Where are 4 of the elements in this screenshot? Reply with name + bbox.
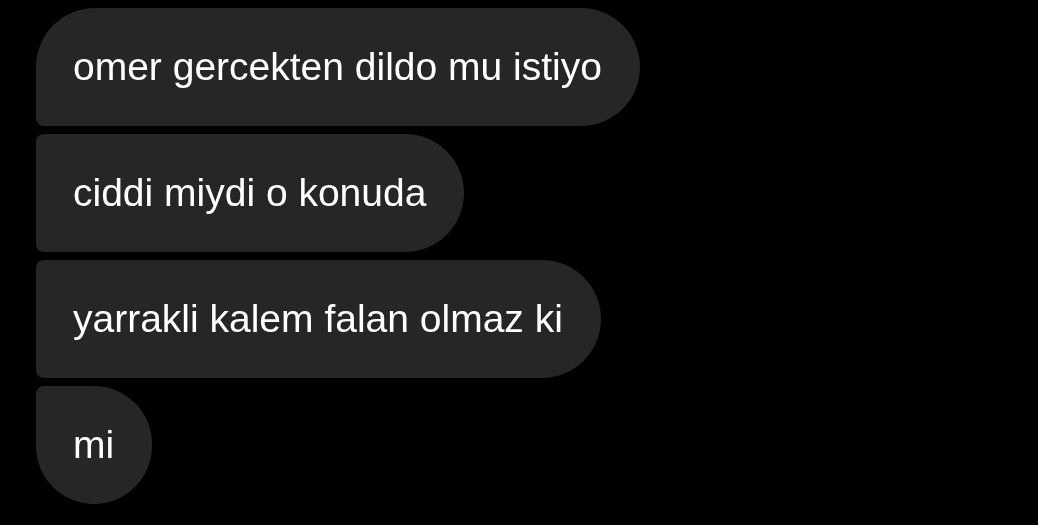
message-bubble: mi [36,386,153,504]
message-bubble: yarrakli kalem falan olmaz ki [36,260,601,378]
message-bubble: ciddi miydi o konuda [36,134,465,252]
message-bubble: omer gercekten dildo mu istiyo [36,8,640,126]
